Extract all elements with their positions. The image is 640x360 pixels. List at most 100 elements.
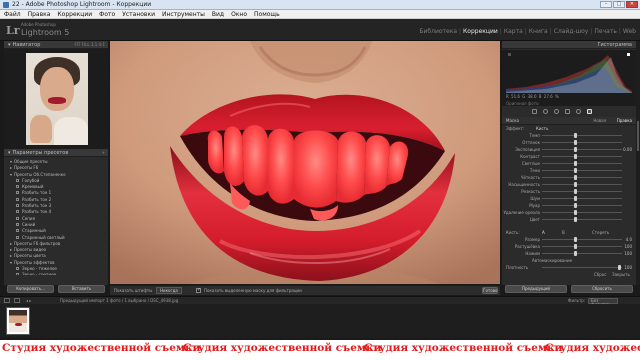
slider-knob[interactable]: [574, 210, 577, 215]
previous-button[interactable]: Предыдущий: [505, 285, 567, 293]
grid-view-icon[interactable]: [4, 298, 10, 303]
slider-row[interactable]: Экспозиция 0.00: [502, 146, 636, 153]
preset-item[interactable]: Зерно - среднее: [4, 272, 108, 275]
graduated-filter-icon[interactable]: [565, 109, 570, 114]
slider-track[interactable]: [542, 149, 622, 150]
slider-row[interactable]: Темп: [502, 132, 636, 139]
mask-new-button[interactable]: Новая: [593, 117, 606, 125]
slider-knob[interactable]: [574, 203, 577, 208]
close-panel-button[interactable]: Закрыть: [612, 271, 630, 278]
slider-row[interactable]: Контраст: [502, 153, 636, 160]
module-slideshow[interactable]: Слайд-шоу: [554, 28, 589, 35]
slider-knob[interactable]: [574, 140, 577, 145]
maximize-button[interactable]: □: [613, 1, 625, 8]
spot-removal-tool-icon[interactable]: [543, 109, 548, 114]
auto-mask-row[interactable]: Автомаскирование: [502, 257, 636, 264]
slider-track[interactable]: [542, 253, 622, 254]
slider-track[interactable]: [542, 191, 622, 192]
brush-erase-tab[interactable]: Стереть: [592, 229, 609, 236]
slider-row[interactable]: Муар: [502, 202, 636, 209]
slider-track[interactable]: [542, 142, 622, 143]
histogram-header[interactable]: Гистограмма: [502, 41, 636, 49]
reset-button[interactable]: Сброс: [594, 271, 606, 278]
menu-tools[interactable]: Инструменты: [162, 10, 205, 18]
module-library[interactable]: Библиотека: [419, 28, 457, 35]
menu-edit[interactable]: Правка: [28, 10, 51, 18]
nav-arrows-icon[interactable]: ◂ ▸: [26, 298, 31, 303]
menu-help[interactable]: Помощь: [254, 10, 280, 18]
module-book[interactable]: Книга: [529, 28, 548, 35]
brush-b-tab[interactable]: B: [562, 229, 565, 236]
slider-row[interactable]: Насыщенность: [502, 181, 636, 188]
slider-row[interactable]: Удаление ореола: [502, 209, 636, 216]
module-map[interactable]: Карта: [504, 28, 523, 35]
red-eye-tool-icon[interactable]: [554, 109, 559, 114]
slider-knob[interactable]: [574, 189, 577, 194]
slider-knob[interactable]: [574, 168, 577, 173]
module-print[interactable]: Печать: [594, 28, 616, 35]
menu-photo[interactable]: Фото: [99, 10, 115, 18]
navigator-preview[interactable]: [4, 49, 108, 149]
slider-track[interactable]: [542, 246, 622, 247]
slider-row[interactable]: Тени: [502, 167, 636, 174]
slider-knob[interactable]: [574, 175, 577, 180]
brush-a-tab[interactable]: A: [542, 229, 545, 236]
density-row[interactable]: Плотность 100: [502, 264, 636, 271]
pins-mode-select[interactable]: Никогда: [156, 287, 182, 294]
close-button[interactable]: ✕: [626, 1, 638, 8]
copy-button[interactable]: Копировать...: [7, 285, 54, 293]
filmstrip-path[interactable]: Предыдущий импорт 1 фото / 1 выбрано / D…: [60, 298, 178, 303]
loupe-view-icon[interactable]: [14, 298, 20, 303]
slider-knob[interactable]: [574, 161, 577, 166]
effect-row[interactable]: Эффект: Кисть: [502, 125, 636, 132]
navigator-header[interactable]: ▾ Навигатор FIT FILL 1:1 4:1: [4, 41, 108, 49]
module-web[interactable]: Web: [623, 28, 636, 35]
adjustment-brush-icon[interactable]: [587, 109, 592, 114]
slider-row[interactable]: Нажим 100: [502, 250, 636, 257]
slider-knob[interactable]: [574, 237, 577, 242]
slider-track[interactable]: [542, 163, 622, 164]
slider-row[interactable]: Размер 4.0: [502, 236, 636, 243]
mask-edit-button[interactable]: Правка: [617, 117, 632, 125]
main-photo[interactable]: [110, 41, 500, 284]
right-panel-scrollbar[interactable]: [636, 41, 640, 285]
slider-knob[interactable]: [574, 217, 577, 222]
slider-knob[interactable]: [574, 133, 577, 138]
add-preset-icon[interactable]: +: [102, 149, 105, 157]
slider-knob[interactable]: [574, 244, 577, 249]
slider-row[interactable]: Светлые: [502, 160, 636, 167]
menu-window[interactable]: Окно: [231, 10, 247, 18]
menu-view[interactable]: Вид: [212, 10, 224, 18]
slider-track[interactable]: [542, 219, 622, 220]
menu-settings[interactable]: Установки: [122, 10, 155, 18]
slider-knob[interactable]: [574, 154, 577, 159]
reset-all-button[interactable]: Сбросить: [571, 285, 633, 293]
slider-track[interactable]: [542, 177, 622, 178]
filmstrip-thumbnail[interactable]: [6, 307, 30, 335]
slider-row[interactable]: Чёткость: [502, 174, 636, 181]
minimize-button[interactable]: –: [600, 1, 612, 8]
slider-row[interactable]: Оттенок: [502, 139, 636, 146]
slider-knob[interactable]: [574, 147, 577, 152]
menu-file[interactable]: Файл: [4, 10, 21, 18]
slider-row[interactable]: Резкость: [502, 188, 636, 195]
slider-row[interactable]: Цвет: [502, 216, 636, 223]
slider-track[interactable]: [542, 156, 622, 157]
presets-header[interactable]: ▾ Параметры пресетов +: [4, 149, 108, 157]
slider-row[interactable]: Растушёвка 100: [502, 243, 636, 250]
auto-mask-checkbox[interactable]: [196, 287, 201, 293]
slider-knob[interactable]: [574, 251, 577, 256]
effect-value[interactable]: Кисть: [536, 125, 548, 132]
paste-button[interactable]: Вставить: [58, 285, 105, 293]
slider-knob[interactable]: [574, 182, 577, 187]
slider-track[interactable]: [542, 205, 622, 206]
slider-track[interactable]: [542, 135, 622, 136]
slider-track[interactable]: [542, 212, 622, 213]
module-develop[interactable]: Коррекции: [463, 28, 498, 35]
radial-filter-icon[interactable]: [576, 109, 581, 114]
slider-track[interactable]: [542, 198, 622, 199]
menu-develop[interactable]: Коррекции: [57, 10, 92, 18]
crop-tool-icon[interactable]: [532, 109, 537, 114]
slider-track[interactable]: [542, 184, 622, 185]
slider-track[interactable]: [542, 170, 622, 171]
